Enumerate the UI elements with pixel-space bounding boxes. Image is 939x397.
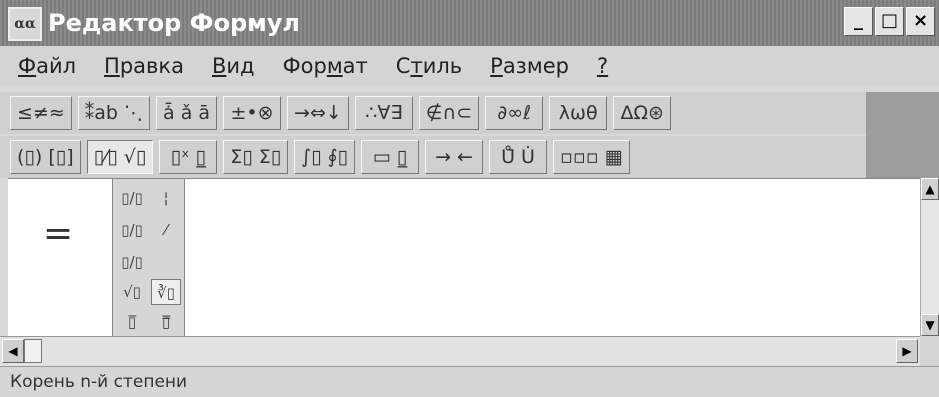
- horizontal-scroll-thumb[interactable]: [24, 339, 42, 363]
- minimize-button[interactable]: _: [844, 7, 873, 36]
- fences-palette-button[interactable]: (▯) [▯]: [10, 140, 81, 174]
- title-bar: αα Редактор Формул _ □ ×: [0, 0, 939, 46]
- misc-symbols-palette-button[interactable]: ∂∞ℓ: [485, 96, 544, 130]
- window-title: Редактор Формул: [48, 9, 300, 37]
- summations-palette-button[interactable]: Σ▯ Σ▯: [223, 140, 289, 174]
- palette-inline-fraction[interactable]: ▯/▯: [117, 249, 147, 275]
- bars-palette-button[interactable]: ▭ ▯̲: [361, 140, 420, 174]
- products-palette-button[interactable]: Ů̄ U̇: [489, 140, 548, 174]
- palette-fraction-full[interactable]: ▯/▯: [117, 185, 147, 211]
- app-icon: αα: [8, 7, 42, 41]
- set-theory-palette-button[interactable]: ∉∩⊂: [418, 96, 480, 130]
- operators-palette-button[interactable]: ±•⊗: [223, 96, 282, 130]
- palette-nth-root[interactable]: ∛▯: [151, 279, 181, 305]
- relations-palette-button[interactable]: ≤≠≈: [10, 96, 72, 130]
- logic-palette-button[interactable]: ∴∀∃: [354, 96, 413, 130]
- palette-slash-fraction-small[interactable]: ⁄: [151, 217, 181, 243]
- fractions-radicals-palette: ▯/▯ ¦ ▯/▯ ⁄ ▯/▯ √▯ ∛▯ ▯̅ ▯̿: [112, 178, 185, 338]
- vertical-scrollbar[interactable]: ▲ ▼: [920, 178, 939, 336]
- menu-style[interactable]: Стиль: [396, 54, 462, 78]
- palette-long-division-alt[interactable]: ▯̿: [151, 309, 181, 335]
- symbol-toolbar: ≤≠≈ ⁑ab ⋱ ǡ ǎ ā ±•⊗ →⇔↓ ∴∀∃ ∉∩⊂ ∂∞ℓ λωθ …: [0, 92, 866, 134]
- scroll-right-arrow-icon[interactable]: ▶: [896, 339, 918, 363]
- integrals-palette-button[interactable]: ∫▯ ∮▯: [294, 140, 356, 174]
- menu-format[interactable]: Формат: [283, 54, 368, 78]
- menu-edit[interactable]: Правка: [104, 54, 184, 78]
- scroll-up-arrow-icon[interactable]: ▲: [921, 178, 939, 200]
- template-toolbar: (▯) [▯] ▯⁄▯ √▯ ▯ˣ ▯̲ Σ▯ Σ▯ ∫▯ ∮▯ ▭ ▯̲ → …: [0, 136, 866, 178]
- menu-help[interactable]: ?: [597, 54, 608, 78]
- scroll-left-arrow-icon[interactable]: ◀: [2, 339, 24, 363]
- labeled-arrows-palette-button[interactable]: → ←: [425, 140, 484, 174]
- scroll-down-arrow-icon[interactable]: ▼: [921, 314, 939, 336]
- equation-symbol: =: [43, 213, 74, 254]
- scrollbar-corner: [920, 336, 939, 366]
- maximize-button[interactable]: □: [875, 7, 904, 36]
- horizontal-scrollbar[interactable]: ◀ ▶: [0, 336, 920, 366]
- menu-size[interactable]: Размер: [490, 54, 569, 78]
- palette-slash-fraction[interactable]: ▯/▯: [117, 217, 147, 243]
- scripts-palette-button[interactable]: ▯ˣ ▯̲: [159, 140, 218, 174]
- palette-square-root[interactable]: √▯: [117, 279, 147, 305]
- palette-long-division[interactable]: ▯̅: [117, 309, 147, 335]
- embellishments-palette-button[interactable]: ǡ ǎ ā: [156, 96, 218, 130]
- spaces-ellipses-palette-button[interactable]: ⁑ab ⋱: [77, 96, 151, 130]
- fractions-radicals-palette-button[interactable]: ▯⁄▯ √▯: [86, 140, 154, 174]
- matrices-palette-button[interactable]: ▫▫▫ ▦: [553, 140, 630, 174]
- close-button[interactable]: ×: [906, 7, 935, 36]
- greek-uppercase-palette-button[interactable]: ΔΩ⊛: [613, 96, 672, 130]
- window-controls: _ □ ×: [844, 7, 935, 36]
- menu-bar: Файл Правка Вид Формат Стиль Размер ?: [0, 46, 939, 86]
- menu-view[interactable]: Вид: [212, 54, 255, 78]
- palette-fraction-small[interactable]: ¦: [151, 185, 181, 211]
- greek-lowercase-palette-button[interactable]: λωθ: [549, 96, 608, 130]
- arrows-palette-button[interactable]: →⇔↓: [287, 96, 349, 130]
- toolbar-background: [866, 92, 939, 178]
- status-text: Корень n-й степени: [10, 372, 188, 392]
- status-bar: Корень n-й степени: [0, 366, 939, 397]
- menu-file[interactable]: Файл: [18, 54, 76, 78]
- equation-editor-window: αα Редактор Формул _ □ × Файл Правка Вид…: [0, 0, 939, 397]
